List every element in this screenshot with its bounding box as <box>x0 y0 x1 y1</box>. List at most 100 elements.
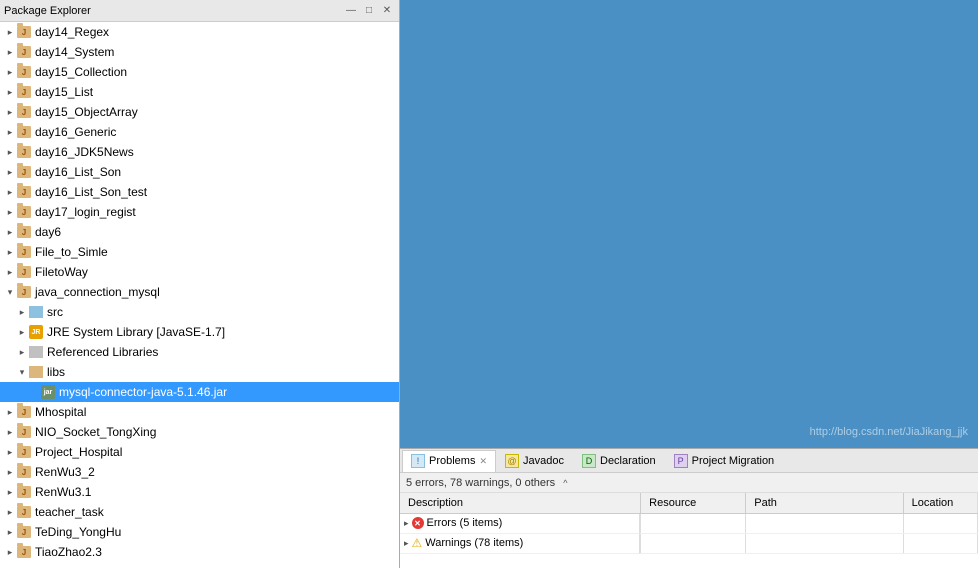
tab-close-icon[interactable]: ✕ <box>479 456 487 467</box>
item-label: day16_List_Son <box>35 165 121 179</box>
item-label: java_connection_mysql <box>35 285 160 299</box>
tree-item-libs[interactable]: libs <box>0 362 399 382</box>
close-icon[interactable]: ✕ <box>379 3 395 19</box>
expand-arrow <box>4 46 16 58</box>
libs-icon <box>28 364 44 380</box>
tree-item-day15_Collection[interactable]: J day15_Collection <box>0 62 399 82</box>
tree-item-NIO_Socket_TongXing[interactable]: J NIO_Socket_TongXing <box>0 422 399 442</box>
table-row-warnings[interactable]: ▸ ⚠ Warnings (78 items) <box>400 534 978 554</box>
table-row-errors[interactable]: ▸ ✕ Errors (5 items) <box>400 513 978 534</box>
project-icon: J <box>16 224 32 240</box>
watermark: http://blog.csdn.net/JiaJikang_jjk <box>810 426 968 438</box>
expand-arrow <box>4 466 16 478</box>
tab-declaration[interactable]: D Declaration <box>573 450 665 472</box>
tab-migration-icon: P <box>674 454 688 468</box>
expand-arrow <box>4 286 16 298</box>
item-label: Project_Hospital <box>35 445 122 459</box>
warnings-label: Warnings (78 items) <box>425 537 523 549</box>
expand-arrow <box>16 366 28 378</box>
item-label: TeDing_YongHu <box>35 525 121 539</box>
editor-area: http://blog.csdn.net/JiaJikang_jjk <box>400 0 978 448</box>
project-icon: J <box>16 404 32 420</box>
tree-item-FiletoWay[interactable]: J FiletoWay <box>0 262 399 282</box>
item-label: RenWu3.1 <box>35 485 91 499</box>
tree-item-teacher_task[interactable]: J teacher_task <box>0 502 399 522</box>
project-icon: J <box>16 284 32 300</box>
expand-arrow <box>4 226 16 238</box>
tree-item-RenWu3_2[interactable]: J RenWu3_2 <box>0 462 399 482</box>
tree-item-TiaoZhao2.3[interactable]: J TiaoZhao2.3 <box>0 542 399 562</box>
tree-item-Project_Hospital[interactable]: J Project_Hospital <box>0 442 399 462</box>
tree-item-mysql-jar[interactable]: jar mysql-connector-java-5.1.46.jar <box>0 382 399 402</box>
tree-item-day16_List_Son[interactable]: J day16_List_Son <box>0 162 399 182</box>
expand-arrow <box>4 106 16 118</box>
tab-javadoc[interactable]: @ Javadoc <box>496 450 573 472</box>
tree-item-src[interactable]: src <box>0 302 399 322</box>
expand-arrow <box>4 526 16 538</box>
project-icon: J <box>16 24 32 40</box>
tree-item-day16_Generic[interactable]: J day16_Generic <box>0 122 399 142</box>
reflibrary-icon <box>28 344 44 360</box>
item-label: File_to_Simle <box>35 245 108 259</box>
item-label: NIO_Socket_TongXing <box>35 425 156 439</box>
problems-table: Description Resource Path Location ▸ ✕ <box>400 493 978 554</box>
expand-arrow <box>28 386 40 398</box>
expand-arrow <box>16 346 28 358</box>
tree-item-Mhospital[interactable]: J Mhospital <box>0 402 399 422</box>
tree-item-java_connection_mysql[interactable]: J java_connection_mysql <box>0 282 399 302</box>
tab-migration[interactable]: P Project Migration <box>665 450 784 472</box>
project-icon: J <box>16 544 32 560</box>
tree-item-day15_ObjectArray[interactable]: J day15_ObjectArray <box>0 102 399 122</box>
collapse-arrow[interactable]: ^ <box>563 478 567 488</box>
project-icon: J <box>16 424 32 440</box>
item-label: Referenced Libraries <box>47 345 158 359</box>
expand-arrow <box>4 506 16 518</box>
tree-item-jre[interactable]: JR JRE System Library [JavaSE-1.7] <box>0 322 399 342</box>
status-bar: 5 errors, 78 warnings, 0 others ^ <box>400 473 978 493</box>
minimize-icon[interactable]: — <box>343 3 359 19</box>
tree-item-day17_login_regist[interactable]: J day17_login_regist <box>0 202 399 222</box>
expand-arrow <box>4 486 16 498</box>
maximize-icon[interactable]: □ <box>361 3 377 19</box>
expand-arrow <box>4 126 16 138</box>
tree-item-reflibrary[interactable]: Referenced Libraries <box>0 342 399 362</box>
problems-table-container: Description Resource Path Location ▸ ✕ <box>400 493 978 568</box>
jre-icon: JR <box>28 324 44 340</box>
col-header-resource: Resource <box>641 493 746 513</box>
expand-errors-arrow[interactable]: ▸ <box>404 518 409 529</box>
tree-item-day16_JDK5News[interactable]: J day16_JDK5News <box>0 142 399 162</box>
project-icon: J <box>16 184 32 200</box>
tree-container: J day14_Regex J day14_System J day15_Col… <box>0 22 399 568</box>
src-icon <box>28 304 44 320</box>
item-label: src <box>47 305 63 319</box>
tree-item-day14_Regex[interactable]: J day14_Regex <box>0 22 399 42</box>
tree-item-day16_List_Son_test[interactable]: J day16_List_Son_test <box>0 182 399 202</box>
expand-warnings-arrow[interactable]: ▸ <box>404 538 409 549</box>
panel-title: Package Explorer <box>4 5 343 17</box>
tree-item-TeDing_YongHu[interactable]: J TeDing_YongHu <box>0 522 399 542</box>
tree-item-day15_List[interactable]: J day15_List <box>0 82 399 102</box>
expand-arrow <box>4 266 16 278</box>
expand-arrow <box>4 406 16 418</box>
project-icon: J <box>16 204 32 220</box>
project-icon: J <box>16 484 32 500</box>
tab-javadoc-icon: @ <box>505 454 519 468</box>
tree-item-day14_System[interactable]: J day14_System <box>0 42 399 62</box>
project-icon: J <box>16 124 32 140</box>
expand-arrow <box>4 246 16 258</box>
expand-arrow <box>4 26 16 38</box>
tree-item-day6[interactable]: J day6 <box>0 222 399 242</box>
item-label: day14_System <box>35 45 114 59</box>
expand-arrow <box>4 86 16 98</box>
project-icon: J <box>16 164 32 180</box>
item-label: Mhospital <box>35 405 86 419</box>
tree-item-RenWu3.1[interactable]: J RenWu3.1 <box>0 482 399 502</box>
status-text: 5 errors, 78 warnings, 0 others <box>406 477 555 489</box>
jar-icon: jar <box>40 384 56 400</box>
expand-arrow <box>4 446 16 458</box>
project-icon: J <box>16 504 32 520</box>
tab-problems[interactable]: ! Problems ✕ <box>402 450 496 472</box>
tree-item-File_to_Simle[interactable]: J File_to_Simle <box>0 242 399 262</box>
item-label: FiletoWay <box>35 265 88 279</box>
project-icon: J <box>16 144 32 160</box>
